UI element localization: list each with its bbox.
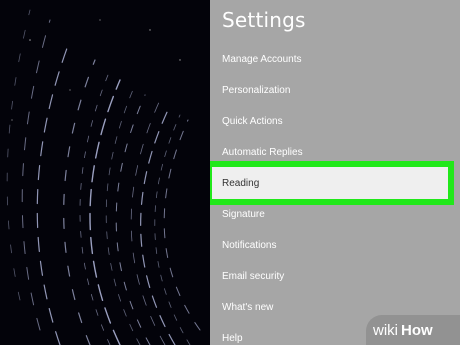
- menu-item-notifications[interactable]: Notifications: [210, 230, 460, 261]
- menu-item-personalization[interactable]: Personalization: [210, 75, 460, 106]
- menu-item-quick-actions[interactable]: Quick Actions: [210, 106, 460, 137]
- svg-text:How: How: [401, 322, 433, 339]
- menu-item-signature[interactable]: Signature: [210, 199, 460, 230]
- desktop-background: [0, 0, 210, 345]
- wikihow-watermark: wiki How: [366, 315, 460, 345]
- settings-title: Settings: [222, 8, 306, 32]
- wikihow-logo: wiki How: [372, 322, 433, 339]
- menu-item-email-security[interactable]: Email security: [210, 261, 460, 292]
- svg-text:wiki: wiki: [372, 322, 398, 339]
- menu-item-manage-accounts[interactable]: Manage Accounts: [210, 44, 460, 75]
- star-trail-background-image: [6, 9, 201, 345]
- settings-panel: Settings Manage Accounts Personalization…: [210, 0, 460, 345]
